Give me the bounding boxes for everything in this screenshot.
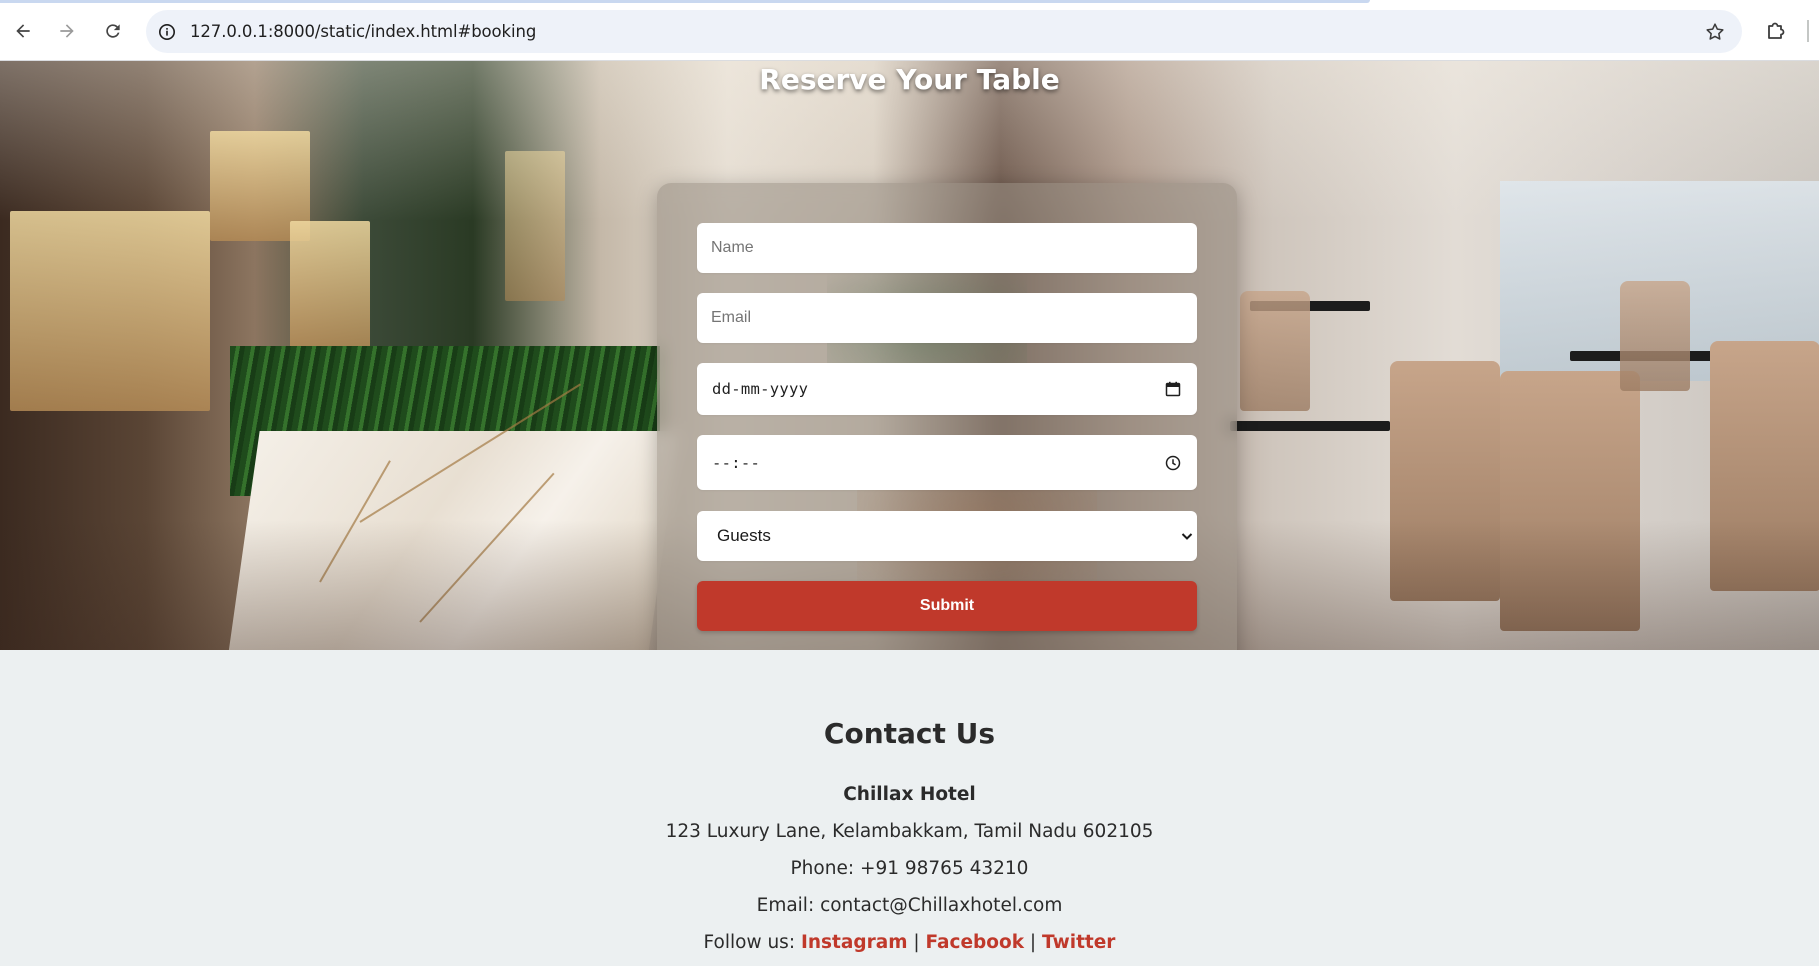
hotel-address: 123 Luxury Lane, Kelambakkam, Tamil Nadu… — [665, 821, 1154, 842]
contact-heading: Contact Us — [823, 717, 996, 750]
contact-section: Contact Us Chillax Hotel 123 Luxury Lane… — [0, 650, 1819, 966]
reload-button[interactable] — [96, 14, 130, 48]
date-input[interactable]: dd-mm-yyyy — [697, 363, 1197, 415]
separator: | — [913, 932, 920, 953]
time-input[interactable]: --:-- — [697, 435, 1197, 490]
booking-title: Reserve Your Table — [759, 63, 1060, 96]
name-input[interactable]: Name — [697, 223, 1197, 273]
chevron-down-icon — [1181, 533, 1193, 540]
browser-toolbar: 127.0.0.1:8000/static/index.html#booking — [0, 0, 1819, 61]
name-placeholder: Name — [711, 239, 754, 256]
forward-button[interactable] — [50, 14, 84, 48]
separator: | — [1029, 932, 1037, 953]
submit-button[interactable]: Submit — [697, 581, 1197, 631]
hotel-email: Email: contact@Chillaxhotel.com — [756, 895, 1063, 916]
toolbar-divider — [1807, 20, 1809, 42]
facebook-link[interactable]: Facebook — [926, 932, 1025, 953]
clock-icon[interactable] — [1165, 455, 1181, 471]
booking-section: Reserve Your Table Name Email dd-mm-yyyy… — [0, 61, 1819, 650]
time-placeholder: --:-- — [712, 453, 761, 472]
follow-label: Follow us: — [703, 932, 796, 953]
calendar-icon[interactable] — [1165, 381, 1181, 397]
booking-form: Name Email dd-mm-yyyy --:-- Guests Submi… — [657, 183, 1237, 650]
guests-selected-value: Guests — [717, 526, 771, 545]
hotel-phone: Phone: +91 98765 43210 — [790, 858, 1029, 879]
twitter-link[interactable]: Twitter — [1042, 932, 1115, 953]
puzzle-icon[interactable] — [1764, 19, 1788, 43]
social-links: Follow us: Instagram | Facebook | Twitte… — [0, 932, 1819, 953]
instagram-link[interactable]: Instagram — [801, 932, 908, 953]
guests-select[interactable]: Guests — [697, 511, 1197, 561]
hotel-name: Chillax Hotel — [843, 784, 976, 805]
back-button[interactable] — [6, 14, 40, 48]
star-icon[interactable] — [1704, 21, 1726, 43]
tab-strip-edge — [0, 0, 1370, 3]
url-text[interactable]: 127.0.0.1:8000/static/index.html#booking — [190, 22, 536, 41]
address-bar[interactable]: 127.0.0.1:8000/static/index.html#booking — [146, 10, 1742, 53]
email-input[interactable]: Email — [697, 293, 1197, 343]
info-circle-icon[interactable] — [157, 22, 177, 42]
email-placeholder: Email — [711, 309, 752, 326]
date-placeholder: dd-mm-yyyy — [712, 380, 809, 398]
arrow-left-icon — [16, 24, 30, 38]
arrow-right-icon — [60, 24, 74, 38]
reload-icon — [106, 24, 120, 38]
